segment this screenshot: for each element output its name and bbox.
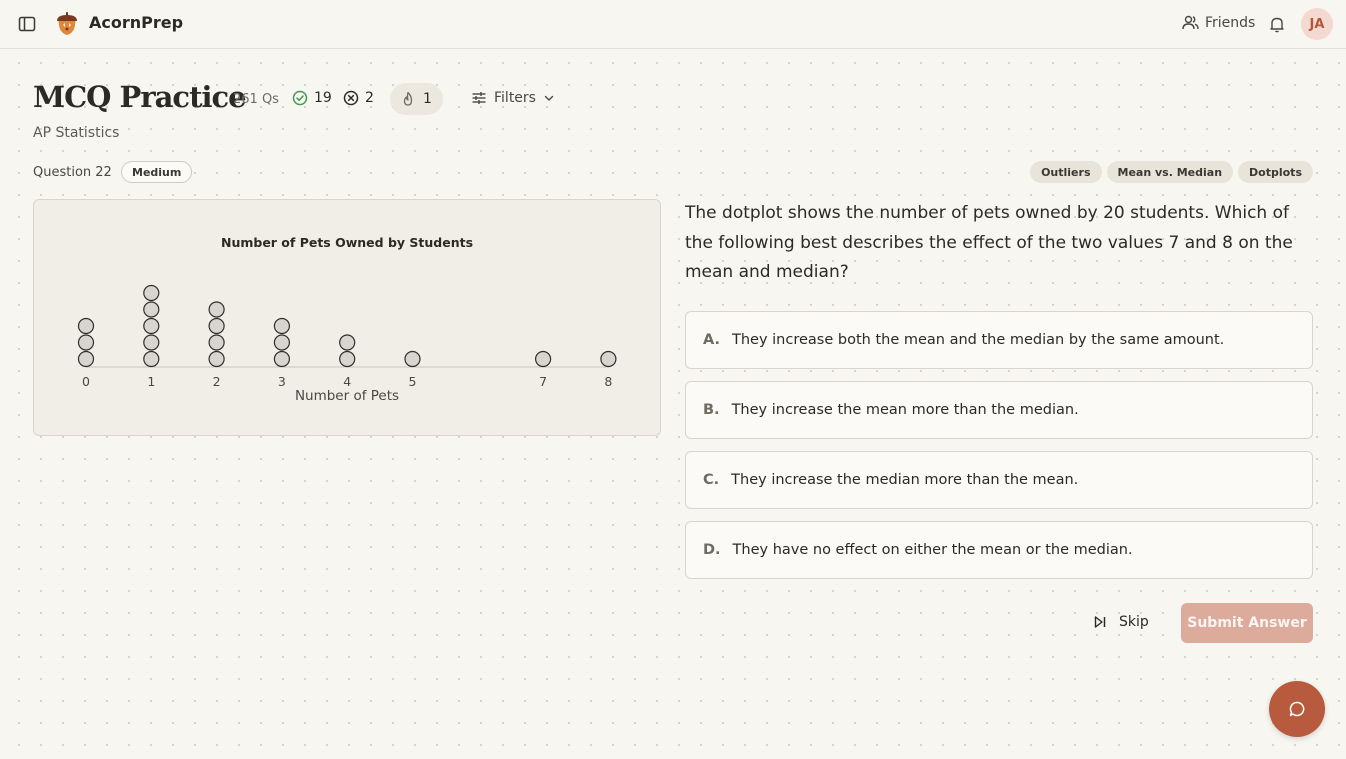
dot-3-1	[273, 350, 290, 368]
answer-option-d[interactable]: D. They have no effect on either the mea…	[685, 521, 1313, 579]
chevron-down-icon	[544, 95, 554, 101]
x-circle-icon	[343, 90, 359, 106]
friends-label: Friends	[1205, 14, 1256, 31]
users-icon	[1182, 15, 1199, 30]
dotplot-card: Number of Pets Owned by Students 0 1 2 3 4 5 7…	[33, 199, 661, 436]
option-letter: A.	[703, 332, 720, 348]
avatar[interactable]: JA	[1301, 8, 1333, 40]
dot-7-1	[535, 350, 552, 368]
tick-group: 0 1 2 3 4 5 7 8	[82, 374, 612, 389]
option-text: They have no effect on either the mean o…	[732, 542, 1133, 558]
dot-2-4	[208, 301, 225, 318]
submit-answer-button[interactable]: Submit Answer	[1181, 603, 1313, 643]
incorrect-value: 2	[365, 90, 374, 106]
option-text: They increase both the mean and the medi…	[732, 332, 1225, 348]
dot-0-3	[77, 317, 95, 335]
topic-tag: Mean vs. Median	[1106, 161, 1234, 183]
x-tick-label: 1	[147, 374, 155, 389]
streak-value: 1	[423, 91, 432, 107]
dot-2-1	[208, 350, 225, 368]
x-tick-label: 8	[604, 374, 612, 389]
dot-0-2	[77, 334, 95, 351]
dot-2-3	[208, 317, 225, 335]
filters-button[interactable]: Filters	[471, 90, 555, 106]
topic-tag: Outliers	[1030, 161, 1102, 183]
topic-tag: Dotplots	[1238, 161, 1313, 183]
topic-tags: Outliers Mean vs. Median Dotplots	[1030, 161, 1313, 183]
acorn-logo-icon[interactable]	[54, 11, 80, 37]
x-tick-label: 5	[409, 374, 417, 389]
dot-3-2	[273, 334, 290, 351]
dot-5-1	[404, 350, 421, 368]
answer-option-a[interactable]: A. They increase both the mean and the m…	[685, 311, 1313, 369]
x-tick-label: 4	[343, 374, 351, 389]
filters-label: Filters	[494, 90, 536, 106]
skip-forward-icon	[1094, 616, 1106, 628]
bell-icon[interactable]	[1268, 15, 1286, 33]
skip-label: Skip	[1119, 614, 1149, 630]
chart-title: Number of Pets Owned by Students	[221, 235, 473, 250]
subject-label: AP Statistics	[33, 125, 120, 141]
skip-button[interactable]: Skip	[1093, 614, 1149, 630]
correct-count: 19	[292, 90, 332, 106]
chat-bubble-icon	[1289, 701, 1305, 717]
difficulty-badge: Medium	[121, 161, 193, 183]
correct-value: 19	[314, 90, 332, 106]
chat-button[interactable]	[1269, 681, 1325, 737]
check-circle-icon	[292, 90, 308, 106]
dot-1-4	[143, 301, 160, 318]
option-letter: B.	[703, 402, 720, 418]
question-number: Question 22	[33, 165, 112, 180]
dot-group	[77, 284, 617, 368]
question-count: 261 Qs	[233, 92, 279, 107]
x-tick-label: 0	[82, 374, 90, 389]
dot-1-1	[143, 350, 160, 368]
dot-1-5	[143, 284, 160, 302]
dot-8-1	[600, 350, 617, 368]
option-text: They increase the mean more than the med…	[731, 402, 1079, 418]
top-bar: AcornPrep Friends JA	[0, 0, 1346, 49]
question-text: The dotplot shows the number of pets own…	[685, 203, 1293, 282]
dot-1-2	[143, 334, 160, 351]
answer-option-c[interactable]: C. They increase the median more than th…	[685, 451, 1313, 509]
page-title: MCQ Practice	[33, 80, 247, 114]
answer-option-b[interactable]: B. They increase the mean more than the …	[685, 381, 1313, 439]
flame-icon	[403, 91, 413, 106]
sliders-icon	[472, 92, 486, 104]
sidebar-toggle-icon[interactable]	[18, 15, 36, 33]
x-tick-label: 3	[278, 374, 286, 389]
dotplot-chart: Number of Pets Owned by Students 0 1 2 3 4 5 7…	[77, 235, 617, 404]
dot-4-1	[339, 350, 356, 368]
dot-3-3	[273, 317, 290, 335]
option-letter: D.	[703, 542, 721, 558]
x-axis-label: Number of Pets	[295, 388, 399, 404]
brand-name[interactable]: AcornPrep	[89, 13, 183, 32]
incorrect-count: 2	[343, 90, 374, 106]
dot-0-1	[77, 350, 95, 368]
x-tick-label: 7	[539, 374, 547, 389]
dot-4-2	[339, 334, 356, 351]
friends-button[interactable]: Friends	[1182, 14, 1255, 31]
dot-1-3	[143, 317, 160, 335]
dot-2-2	[208, 334, 225, 351]
x-tick-label: 2	[213, 374, 221, 389]
option-text: They increase the median more than the m…	[731, 472, 1079, 488]
option-letter: C.	[703, 472, 720, 488]
streak-badge: 1	[390, 83, 443, 115]
